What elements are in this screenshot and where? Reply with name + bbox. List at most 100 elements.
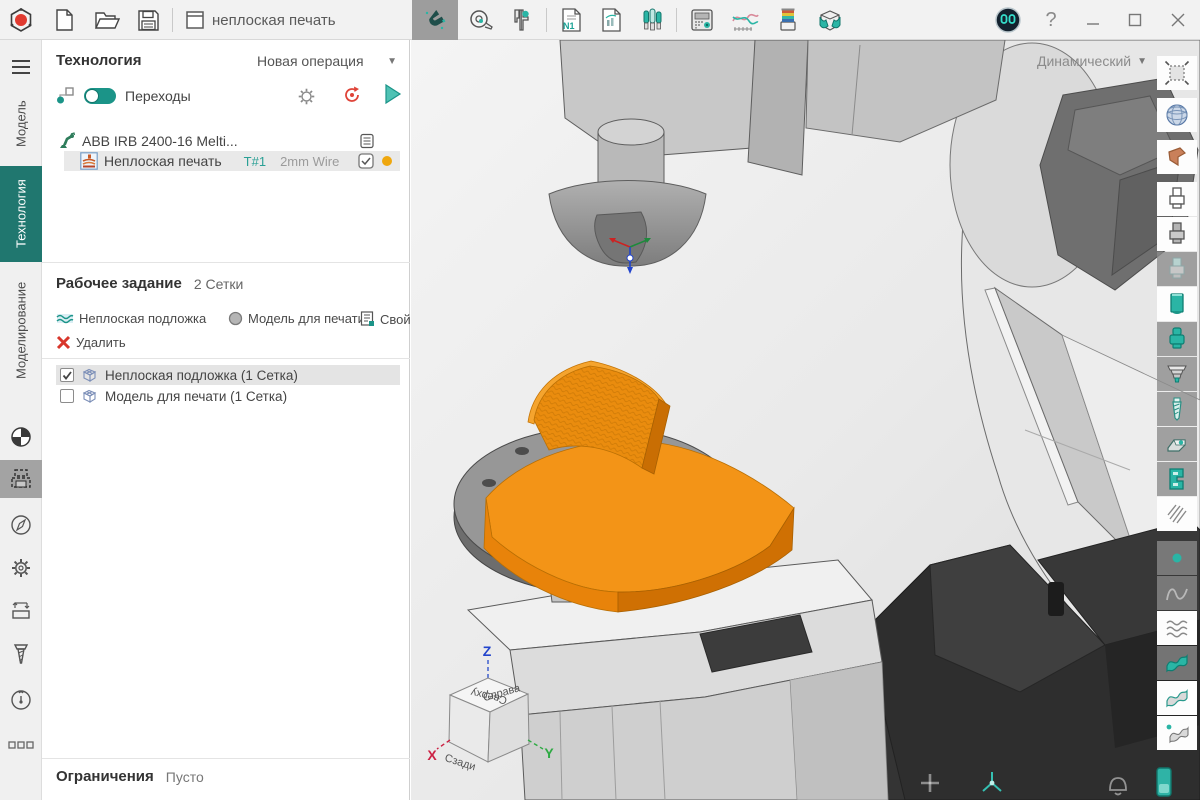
- mesh-surface-button[interactable]: [1157, 611, 1197, 645]
- maximize-button[interactable]: [1118, 0, 1152, 40]
- tool-holder-white-button[interactable]: [1157, 182, 1197, 216]
- document-tab-icon: [180, 0, 210, 40]
- app-logo: [4, 0, 38, 40]
- surface-filled-button[interactable]: [1157, 646, 1197, 680]
- layers-button[interactable]: [768, 0, 808, 40]
- tool-discs-button[interactable]: [1157, 357, 1197, 391]
- job-header: Рабочее задание 2 Сетки: [56, 275, 243, 292]
- more-options-icon[interactable]: [0, 726, 42, 764]
- document-tab[interactable]: неплоская печать: [212, 0, 336, 40]
- delete-button-label: Удалить: [76, 335, 126, 350]
- mesh-icon: [81, 389, 98, 404]
- sidebar-tab-modeling[interactable]: Моделирование: [0, 268, 42, 392]
- checkbox-unchecked[interactable]: [60, 389, 74, 403]
- snap-magnet-button[interactable]: [412, 0, 458, 40]
- drill-tool-button[interactable]: [1157, 392, 1197, 426]
- statistics-button[interactable]: [724, 0, 766, 40]
- transitions-path-icon: [56, 87, 75, 105]
- viewport-3d[interactable]: Сверху Сзади Справа Z X Y Динамический ▼: [411, 40, 1200, 800]
- tool-holder-teal-round-button[interactable]: [1157, 322, 1197, 356]
- new-document-button[interactable]: [46, 0, 82, 40]
- face-view-button[interactable]: [1157, 140, 1197, 174]
- sidebar-tab-model[interactable]: Модель: [0, 88, 42, 160]
- chevron-down-icon: ▼: [1137, 56, 1147, 67]
- sidebar-tab-technology[interactable]: Технология: [0, 166, 42, 262]
- substrate-icon: [56, 311, 74, 326]
- view-mode-dropdown[interactable]: Динамический ▼: [1037, 53, 1147, 69]
- point-button[interactable]: [1157, 541, 1197, 575]
- tree-row-robot[interactable]: ABB IRB 2400-16 Melti...: [56, 131, 400, 151]
- save-button[interactable]: [130, 0, 166, 40]
- measure-tape-button[interactable]: [462, 0, 500, 40]
- job-item-model[interactable]: Модель для печати (1 Сетка): [56, 386, 400, 406]
- job-item-label: Неплоская подложка (1 Сетка): [105, 368, 298, 383]
- section-divider: [42, 262, 410, 263]
- caliper-button[interactable]: [502, 0, 540, 40]
- hatch-section-button[interactable]: [1157, 497, 1197, 531]
- transitions-toggle[interactable]: [84, 88, 116, 104]
- nc-program-button[interactable]: N1: [552, 0, 590, 40]
- robot-arm-icon: [58, 132, 76, 150]
- constraints-value: Пусто: [166, 769, 204, 785]
- tool-holder-faded-button[interactable]: [1157, 252, 1197, 286]
- tools-button[interactable]: [632, 0, 672, 40]
- job-item-substrate[interactable]: Неплоская подложка (1 Сетка): [56, 365, 400, 385]
- transitions-row: Переходы: [56, 85, 191, 107]
- new-operation-dropdown[interactable]: Новая операция ▼: [257, 53, 397, 69]
- compass-icon[interactable]: [0, 506, 42, 544]
- print-model-button[interactable]: Модель для печати: [228, 311, 365, 326]
- materials-box-button[interactable]: [810, 0, 850, 40]
- constraints-section[interactable]: Ограничения Пусто: [56, 768, 204, 785]
- report-button[interactable]: [592, 0, 630, 40]
- calculator-button[interactable]: [682, 0, 722, 40]
- tree-row-operation[interactable]: Неплоская печать T#1 2mm Wire: [64, 151, 400, 171]
- svg-text:Сзади: Сзади: [444, 752, 477, 773]
- operations-list-icon[interactable]: [359, 133, 376, 150]
- tool-number: T#1: [244, 154, 266, 169]
- substrate-button[interactable]: Неплоская подложка: [56, 311, 206, 326]
- gauge-icon[interactable]: [0, 681, 42, 719]
- print-operation-icon: [80, 152, 98, 170]
- help-label: ?: [1045, 9, 1056, 32]
- properties-icon: [360, 311, 375, 327]
- fixture-button[interactable]: [1157, 462, 1197, 496]
- print-mode-icon[interactable]: [0, 460, 42, 498]
- job-item-label: Модель для печати (1 Сетка): [105, 389, 287, 404]
- toolbar-separator: [546, 8, 547, 32]
- datum-icon[interactable]: [0, 418, 42, 456]
- operation-checkbox[interactable]: [358, 153, 374, 169]
- tab-label: Технология: [14, 180, 29, 249]
- application-window: неплоская печать N1: [0, 0, 1200, 800]
- checkbox-checked[interactable]: [60, 368, 74, 382]
- stock-button[interactable]: [1157, 427, 1197, 461]
- toolbar-separator: [172, 8, 173, 32]
- operation-settings-button[interactable]: [297, 85, 316, 107]
- recalculate-button[interactable]: [342, 84, 362, 106]
- help-button[interactable]: ?: [1036, 0, 1066, 40]
- tool-holder-teal-button[interactable]: [1157, 287, 1197, 321]
- flag-point-button[interactable]: [1157, 716, 1197, 750]
- run-button[interactable]: [382, 83, 402, 105]
- flag-surface-button[interactable]: [1157, 681, 1197, 715]
- machine-setup-icon[interactable]: [0, 592, 42, 630]
- panel-title: Технология: [56, 52, 141, 69]
- fit-view-button[interactable]: [1157, 56, 1197, 90]
- mesh-icon: [81, 368, 98, 383]
- assistant-button[interactable]: [988, 0, 1028, 40]
- curve-button[interactable]: [1157, 576, 1197, 610]
- minimize-button[interactable]: [1076, 0, 1110, 40]
- tool-holder-gray-button[interactable]: [1157, 217, 1197, 251]
- material-label: 2mm Wire: [280, 154, 339, 169]
- titlebar: неплоская печать N1: [0, 0, 1200, 40]
- tool-drill-icon[interactable]: [0, 636, 42, 674]
- menu-hamburger-icon[interactable]: [0, 48, 42, 86]
- settings-gear-icon[interactable]: [0, 549, 42, 587]
- globe-view-button[interactable]: [1157, 98, 1197, 132]
- delete-button[interactable]: Удалить: [56, 335, 126, 350]
- svg-text:N1: N1: [563, 21, 575, 31]
- viewport-3d-scene: Сверху Сзади Справа Z X Y: [411, 40, 1200, 800]
- open-button[interactable]: [88, 0, 126, 40]
- left-sidebar: Модель Технология Моделирование: [0, 40, 42, 800]
- close-button[interactable]: [1160, 0, 1196, 40]
- toggle-knob: [85, 89, 99, 103]
